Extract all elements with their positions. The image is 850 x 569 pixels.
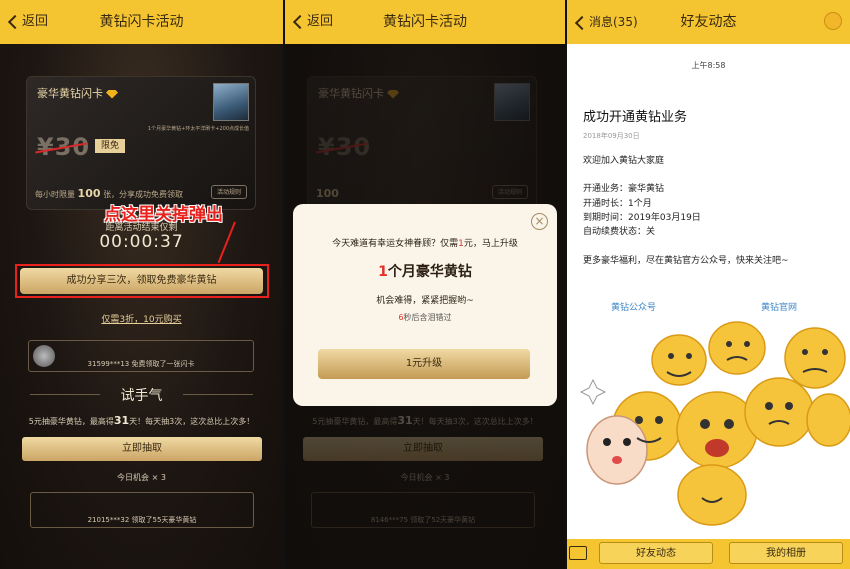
movie-thumbnail xyxy=(213,83,249,121)
rules-button[interactable]: 活动规则 xyxy=(210,185,247,199)
emoji-face-icon[interactable] xyxy=(824,12,842,30)
try-luck-description: 5元抽豪华黄钻，最高得31天！每天抽3次，这次总比上次多！ xyxy=(312,414,538,427)
emoji-sticker-image xyxy=(567,320,850,530)
close-icon[interactable]: × xyxy=(531,213,548,230)
top-bar: 消息(35) 好友动态 xyxy=(567,0,850,44)
message-time: 上午8:58 xyxy=(691,61,726,70)
popup-offer: 1个月豪华黄钻 xyxy=(378,264,472,280)
draw-feed: 21015***32 领取了55天豪华黄钻 xyxy=(30,492,254,528)
detail-line: 自动续费状态：关 xyxy=(583,227,656,237)
detail-line: 到期时间：2019年03月19日 xyxy=(583,213,701,223)
popup-countdown: 6秒后含泪错过 xyxy=(398,313,452,322)
official-account-link[interactable]: 黄钻公众号 xyxy=(611,300,656,313)
draw-now-button: 立即抽取 xyxy=(303,437,543,461)
page-title: 黄钻闪卡活动 xyxy=(99,14,184,30)
official-site-link[interactable]: 黄钻官网 xyxy=(761,300,797,313)
page-title: 好友动态 xyxy=(680,14,737,30)
popup-question: 今天难道有幸运女神眷顾？仅需1元，马上升级 xyxy=(332,239,518,249)
message-date: 2018年09月30日 xyxy=(583,132,640,140)
top-bar: 返回 黄钻闪卡活动 xyxy=(285,0,565,44)
flash-card: 豪华黄钻闪卡 ¥30 100 活动规则 xyxy=(307,76,537,210)
my-album-button[interactable]: 我的相册 xyxy=(729,542,843,564)
daily-chances: 今日机会 × 3 xyxy=(400,473,450,482)
discount-link[interactable]: 仅需3折，10元购买 xyxy=(0,312,283,325)
diamond-icon xyxy=(106,89,118,99)
link-tabs: 黄钻公众号 黄钻官网 xyxy=(567,300,850,314)
hourly-limit: 每小时限量 100 张，分享成功免费领取 xyxy=(35,187,184,200)
draw-feed: 8146***75 领取了52天豪华黄钻 xyxy=(311,492,535,528)
bottom-bar: 好友动态 我的相册 xyxy=(567,539,850,569)
activity-screen: 返回 黄钻闪卡活动 豪华黄钻闪卡 1个月豪华黄钻+环太平洋刷卡+200点成长值 … xyxy=(0,0,283,569)
keyboard-icon[interactable] xyxy=(569,546,587,560)
friend-feed-button[interactable]: 好友动态 xyxy=(599,542,713,564)
detail-line: 开通时长：1个月 xyxy=(583,199,652,209)
welcome-line: 欢迎加入黄钻大家庭 xyxy=(583,156,665,166)
card-benefits: 1个月豪华黄钻+环太平洋刷卡+200点成长值 xyxy=(147,126,249,132)
free-badge: 限免 xyxy=(95,139,126,153)
detail-line: 开通业务：豪华黄钻 xyxy=(583,184,665,194)
top-bar: 返回 黄钻闪卡活动 xyxy=(0,0,283,44)
upgrade-popup: × 今天难道有幸运女神眷顾？仅需1元，马上升级 1个月豪华黄钻 机会难得，紧紧把… xyxy=(293,204,557,406)
message-title: 成功开通黄钻业务 xyxy=(583,110,688,125)
try-luck-description: 5元抽豪华黄钻，最高得31天！每天抽3次，这次总比上次多！ xyxy=(28,414,255,427)
activity-popup-screen: 返回 黄钻闪卡活动 豪华黄钻闪卡 ¥30 100 活动规则 5元抽豪华黄钻，最高… xyxy=(285,0,565,569)
try-luck-title: 试手气 xyxy=(120,388,163,404)
draw-now-button[interactable]: 立即抽取 xyxy=(22,437,262,461)
friend-feed-screen: 消息(35) 好友动态 上午8:58 成功开通黄钻业务 2018年09月30日 … xyxy=(567,0,850,569)
annotation-text: 点这里关掉弹出 xyxy=(104,205,223,225)
claim-feed: 31599***13 免费领取了一张闪卡 xyxy=(28,340,254,372)
daily-chances: 今日机会 × 3 xyxy=(117,473,166,482)
upgrade-button[interactable]: 1元升级 xyxy=(318,349,530,379)
countdown-timer: 00:00:37 xyxy=(99,232,184,252)
promo-line: 更多豪华福利，尽在黄钻官方公众号，快来关注吧~ xyxy=(583,256,789,266)
flash-card: 豪华黄钻闪卡 1个月豪华黄钻+环太平洋刷卡+200点成长值 ¥30 限免 每小时… xyxy=(26,76,256,210)
diamond-icon xyxy=(387,89,399,99)
card-title: 豪华黄钻闪卡 xyxy=(37,85,118,101)
share-claim-button[interactable]: 成功分享三次，领取免费豪华黄钻 xyxy=(20,268,263,294)
emoji-group-illustration xyxy=(579,321,850,526)
popup-urgency: 机会难得，紧紧把握哟~ xyxy=(376,296,474,306)
movie-thumbnail xyxy=(494,83,530,121)
page-title: 黄钻闪卡活动 xyxy=(383,14,467,30)
